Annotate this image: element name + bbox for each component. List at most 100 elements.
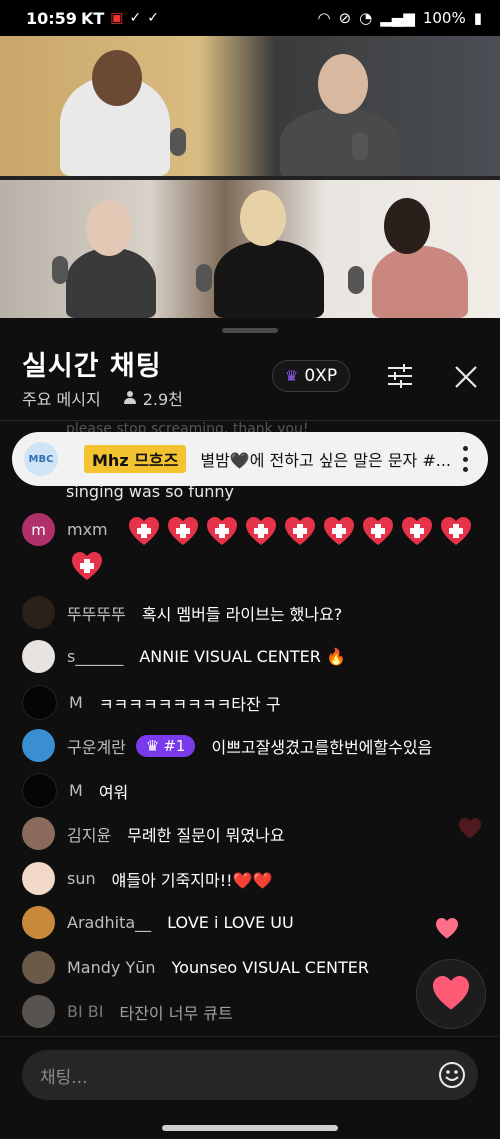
hospital-heart-emoji [129, 517, 159, 545]
wifi-icon: ◔ [359, 9, 373, 27]
author-name[interactable]: 김지윤 [67, 822, 111, 846]
hospital-heart-emoji [402, 517, 432, 545]
close-icon[interactable] [453, 364, 479, 390]
check-icon: ✓ [129, 10, 142, 26]
avatar[interactable] [22, 951, 55, 984]
avatar[interactable] [22, 685, 57, 720]
message-text: LOVE i LOVE UU [167, 913, 294, 932]
message-text: ANNIE VISUAL CENTER 🔥 [139, 647, 346, 666]
chat-title: 실시간 채팅 [22, 351, 162, 382]
filter-settings-icon[interactable] [386, 364, 414, 388]
viewer-count-value: 2.9천 [142, 390, 183, 409]
author-name[interactable]: Mandy Yūn [67, 958, 156, 977]
author-name[interactable]: M [69, 693, 83, 712]
hospital-heart-emoji [441, 517, 471, 545]
pinned-badge: Mhz 므흐즈 [84, 445, 187, 473]
heart-emoji-row [128, 517, 478, 547]
hospital-heart-emoji [285, 517, 315, 545]
like-heart-button[interactable] [416, 959, 486, 1029]
hospital-heart-emoji [72, 552, 102, 580]
hospital-heart-emoji [324, 517, 354, 545]
more-options-icon[interactable] [462, 446, 468, 472]
xp-button[interactable]: ♛ 0XP [272, 360, 350, 392]
chat-message: 김지윤 무례한 질문이 뭐였나요 [22, 817, 285, 850]
person-figure [372, 246, 468, 318]
person-head [318, 54, 368, 114]
hospital-heart-emoji [246, 517, 276, 545]
chat-mode-label[interactable]: 주요 메시지 [22, 386, 101, 410]
chat-message: BI BI 타잔이 너무 큐트 [22, 995, 233, 1028]
message-text: 얘들아 기죽지마!!❤️❤️ [111, 870, 273, 890]
chat-message: M ㅋㅋㅋㅋㅋㅋㅋㅋㅋ타잔 구 [22, 685, 281, 720]
person-figure [280, 108, 400, 178]
video-bottom-frame [0, 180, 500, 318]
member-rank-badge: ♛ #1 [135, 734, 196, 757]
crown-icon: ♛ [145, 736, 160, 755]
check-icon: ✓ [147, 10, 159, 26]
avatar[interactable] [22, 862, 55, 895]
pinned-text: 별밤🖤에 전하고 싶은 말은 문자 #... [200, 451, 452, 470]
input-divider [0, 1036, 500, 1037]
home-indicator[interactable] [162, 1125, 338, 1131]
author-name[interactable]: BI BI [67, 1002, 103, 1021]
avatar[interactable] [22, 906, 55, 939]
author-name[interactable]: M [69, 781, 83, 800]
status-carrier: KT [80, 8, 105, 28]
person-figure [214, 240, 324, 318]
author-name[interactable]: 구운계란 [67, 734, 126, 758]
signal-icon: ▂▄▆ [380, 9, 415, 27]
drag-handle[interactable] [222, 328, 278, 333]
person-head [92, 50, 142, 106]
battery-icon: ▮ [473, 9, 482, 27]
message-text: Younseo VISUAL CENTER [171, 958, 370, 977]
chat-message: M 여워 [22, 773, 128, 808]
message-text: 이쁘고잘생겼고를한번에할수있음 [211, 737, 433, 757]
avatar[interactable] [22, 773, 57, 808]
live-video-player[interactable] [0, 36, 500, 318]
message-text: 여워 [98, 782, 129, 802]
pinned-message[interactable]: MBC Mhz 므흐즈 별밤🖤에 전하고 싶은 말은 문자 #... [12, 432, 488, 486]
message-text: ㅋㅋㅋㅋㅋㅋㅋㅋㅋ타잔 구 [98, 694, 281, 714]
chat-message: sun 얘들아 기죽지마!!❤️❤️ [22, 862, 272, 895]
headphones-icon: ◠ [317, 9, 331, 27]
continued-message-text: singing was so funny [66, 482, 234, 501]
author-name[interactable]: 뚜뚜뚜뚜 [67, 601, 126, 625]
status-time: 10:59 [26, 8, 77, 28]
microphone [52, 256, 68, 284]
emoji-icon[interactable] [438, 1061, 466, 1089]
avatar[interactable]: m [22, 513, 55, 546]
notification-icons: ▣ ✓ ✓ [110, 10, 159, 26]
author-name[interactable]: Aradhita__ [67, 913, 151, 932]
chat-message: Aradhita__ LOVE i LOVE UU [22, 906, 294, 939]
microphone [170, 128, 186, 156]
xp-label: 0XP [304, 366, 338, 386]
chat-input[interactable]: 채팅... [22, 1050, 478, 1100]
avatar[interactable] [22, 729, 55, 762]
status-right: ◠ ⊘ ◔ ▂▄▆ 100% ▮ [317, 0, 482, 36]
chat-message: 구운계란 ♛ #1 이쁘고잘생겼고를한번에할수있음 [22, 729, 432, 762]
status-bar: 10:59 KT ▣ ✓ ✓ ◠ ⊘ ◔ ▂▄▆ 100% ▮ [0, 0, 500, 36]
heart-icon [433, 976, 469, 1010]
chat-input-placeholder: 채팅... [40, 1067, 88, 1088]
crown-icon: ♛ [284, 367, 299, 385]
author-name[interactable]: s______ [67, 647, 123, 666]
person-figure [66, 248, 156, 318]
message-text: 타잔이 너무 큐트 [119, 1003, 233, 1023]
live-chat-panel: 실시간 채팅 주요 메시지 2.9천 ♛ 0XP please stop scr… [0, 318, 500, 1139]
avatar[interactable] [22, 995, 55, 1028]
avatar[interactable] [22, 817, 55, 850]
hospital-heart-emoji [363, 517, 393, 545]
chat-subtitle: 주요 메시지 2.9천 [22, 386, 183, 410]
author-name[interactable]: mxm [67, 520, 108, 539]
person-head [240, 190, 286, 246]
microphone [352, 132, 368, 160]
avatar[interactable] [22, 640, 55, 673]
rank-label: #1 [163, 736, 186, 755]
person-icon [123, 391, 137, 405]
hospital-heart-emoji [168, 517, 198, 545]
avatar[interactable] [22, 596, 55, 629]
author-name[interactable]: sun [67, 869, 96, 888]
floating-heart-icon [459, 818, 481, 839]
message-text: 무례한 질문이 뭐였나요 [127, 825, 285, 845]
app-notification-icon: ▣ [110, 10, 124, 26]
